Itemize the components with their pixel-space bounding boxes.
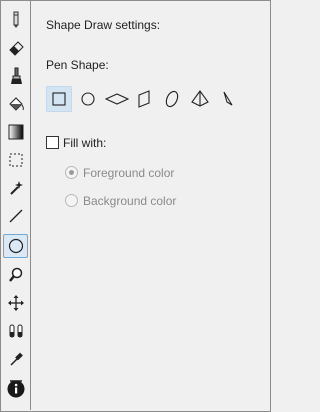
pencil-tool-button[interactable]	[3, 8, 28, 32]
clone-stamp-icon	[9, 324, 22, 338]
pen-shape-diamond-button[interactable]	[104, 86, 130, 112]
background-color-label: Background color	[83, 194, 177, 208]
parallelogram-icon	[138, 90, 150, 108]
foreground-color-radio[interactable]	[65, 166, 78, 179]
pyramid-icon	[191, 90, 209, 107]
eraser-icon	[8, 41, 24, 56]
radio-selected-dot	[69, 170, 74, 175]
brush-tool-button[interactable]	[3, 64, 28, 88]
fill-bucket-tool-button[interactable]	[3, 92, 28, 116]
panel-title: Shape Draw settings:	[46, 18, 161, 32]
magnifier-tool-button[interactable]	[3, 263, 28, 287]
shape-draw-tool-button[interactable]	[3, 234, 28, 258]
ellipse-icon	[165, 90, 179, 108]
pen-shape-rectangle-button[interactable]	[46, 86, 72, 112]
brush-icon	[10, 67, 22, 84]
color-picker-tool-button[interactable]	[3, 347, 28, 371]
shape-draw-settings-panel: Shape Draw settings: Pen Shape: Fill wit…	[31, 1, 269, 410]
rectangle-icon	[52, 92, 66, 106]
pen-shape-triangle-button[interactable]	[215, 86, 241, 112]
rectangle-select-icon	[9, 153, 22, 167]
paint-bucket-icon	[8, 97, 24, 111]
line-tool-button[interactable]	[3, 204, 28, 228]
tool-toolbar	[1, 1, 30, 409]
magic-wand-icon	[9, 181, 23, 195]
pen-shape-ellipse-button[interactable]	[159, 86, 185, 112]
fill-with-label: Fill with:	[63, 136, 107, 150]
rectangle-select-tool-button[interactable]	[3, 148, 28, 172]
gradient-icon	[8, 124, 23, 140]
move-arrows-icon	[7, 295, 24, 311]
gradient-tool-button[interactable]	[3, 120, 28, 144]
fill-with-checkbox[interactable]	[46, 136, 59, 149]
line-icon	[9, 209, 22, 223]
pencil-icon	[13, 11, 18, 28]
pen-shape-parallelogram-button[interactable]	[131, 86, 157, 112]
background-color-radio[interactable]	[65, 194, 78, 207]
triangle-icon	[223, 91, 233, 106]
magic-wand-tool-button[interactable]	[3, 176, 28, 200]
diamond-icon	[105, 93, 129, 105]
move-tool-button[interactable]	[3, 291, 28, 315]
clone-stamp-tool-button[interactable]	[3, 319, 28, 343]
foreground-color-label: Foreground color	[83, 166, 175, 180]
circle-icon	[81, 92, 95, 106]
magnifier-icon	[8, 267, 22, 282]
ellipse-shape-icon	[8, 238, 23, 254]
eraser-tool-button[interactable]	[3, 36, 28, 60]
info-icon[interactable]	[7, 380, 25, 398]
pen-shape-circle-button[interactable]	[75, 86, 101, 112]
pen-shape-pyramid-button[interactable]	[187, 86, 213, 112]
eyedropper-icon	[9, 352, 23, 366]
pen-shape-label: Pen Shape:	[46, 58, 109, 72]
